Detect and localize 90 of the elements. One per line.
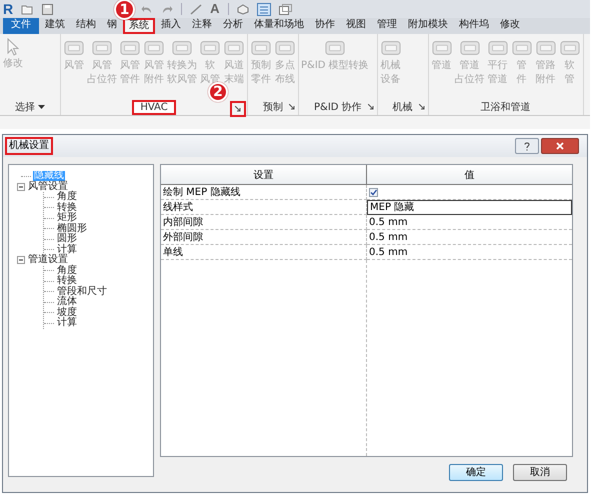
tool-icon	[512, 38, 532, 58]
tree-item[interactable]: 角度	[56, 192, 78, 202]
dialog-title: 机械设置	[5, 137, 53, 155]
ribbon-tab[interactable]: 管理	[372, 18, 402, 34]
tree-item[interactable]: 角度	[56, 266, 78, 276]
tree-item[interactable]: 圆形	[56, 234, 78, 244]
table-cell[interactable]: 0.5 mm	[367, 230, 572, 245]
dialog-button[interactable]: 取消	[513, 464, 567, 481]
launcher-icon	[289, 104, 295, 110]
ribbon-tab[interactable]: 构件坞	[454, 18, 494, 34]
tree-item[interactable]: 管道设置	[27, 255, 69, 266]
dialog-button[interactable]: 确定	[449, 464, 503, 481]
folder-icon[interactable]	[21, 4, 34, 14]
checkbox[interactable]	[369, 188, 378, 196]
ribbon-tab[interactable]: 系统	[123, 18, 155, 34]
tool-icon	[172, 38, 192, 58]
table-cell[interactable]: 0.5 mm	[367, 245, 572, 260]
tree-item[interactable]: 风管设置	[27, 182, 69, 192]
caret-icon[interactable]	[38, 105, 45, 109]
save-icon[interactable]	[42, 4, 54, 14]
view-icon[interactable]	[236, 4, 249, 14]
measure-icon[interactable]	[190, 4, 202, 14]
text-tool[interactable]: A	[210, 1, 220, 17]
panel-label: 预制	[262, 100, 284, 114]
tool-icon	[460, 38, 480, 58]
tool-icon	[275, 38, 295, 58]
tool-icon	[92, 38, 112, 58]
panel-launcher[interactable]	[416, 102, 427, 112]
tool-icon	[120, 38, 140, 58]
tree-item[interactable]: 椭圆形	[56, 224, 88, 234]
ribbon-tab[interactable]: 协作	[310, 18, 340, 34]
panel-launcher[interactable]	[366, 102, 376, 112]
tool-icon	[432, 38, 452, 58]
ribbon-tab[interactable]: 建筑	[40, 18, 70, 34]
table-cell: 线样式	[161, 200, 367, 215]
app-logo[interactable]: R	[3, 1, 14, 17]
panel-label: P&ID 协作	[313, 100, 363, 114]
tool-icon	[64, 38, 84, 58]
tool-icon	[324, 38, 345, 58]
ribbon-tab[interactable]: 注释	[187, 18, 217, 34]
tool-icon	[144, 38, 164, 58]
ribbon-tab[interactable]: 视图	[341, 18, 371, 34]
tree-item[interactable]: 流体	[56, 297, 78, 308]
grid-icon[interactable]	[256, 2, 271, 16]
ribbon-tab[interactable]: 分析	[218, 18, 248, 34]
table-cell[interactable]: MEP 隐藏	[367, 200, 572, 215]
panel-launcher[interactable]	[287, 102, 297, 112]
column-header: 值	[367, 165, 572, 185]
panel-label: 机械	[392, 100, 414, 114]
launcher-icon	[235, 106, 241, 112]
close-icon	[556, 142, 564, 150]
table-cell: 绘制 MEP 隐藏线	[161, 185, 367, 200]
tree-item[interactable]: 坡度	[56, 308, 78, 318]
tool-icon	[224, 38, 244, 58]
table-cell: 单线	[161, 245, 367, 260]
ribbon-tab[interactable]: 文件	[3, 18, 39, 34]
tree-item[interactable]: 管段和尺寸	[56, 286, 108, 297]
launcher-icon	[368, 104, 374, 110]
ribbon-tab[interactable]: 附加模块	[403, 18, 453, 34]
collapse-icon[interactable]	[17, 182, 25, 191]
launcher-icon	[418, 104, 425, 110]
tree-item[interactable]: 计算	[56, 318, 78, 328]
table-cell[interactable]: 0.5 mm	[367, 215, 572, 230]
ribbon-tab[interactable]: 结构	[71, 18, 101, 34]
tool-icon	[536, 38, 556, 58]
tool-icon	[380, 38, 401, 58]
cursor-icon	[7, 38, 19, 56]
ribbon-tab[interactable]: 修改	[495, 18, 525, 34]
tool-icon	[251, 38, 271, 58]
ribbon-tab[interactable]: 钢	[102, 18, 122, 34]
help-icon	[524, 142, 530, 150]
panel-label: 卫浴和管道	[480, 100, 532, 114]
table-cell: 内部间隙	[161, 215, 367, 230]
panel-label: HVAC	[132, 100, 176, 114]
close-button[interactable]	[541, 138, 579, 154]
tree-item[interactable]: 转换	[56, 202, 78, 213]
ribbon-tab[interactable]: 插入	[156, 18, 186, 34]
help-button[interactable]	[515, 138, 539, 154]
column-header: 设置	[161, 165, 367, 185]
table-cell: 外部间隙	[161, 230, 367, 245]
tool-icon	[560, 38, 580, 58]
window-icon[interactable]	[278, 4, 292, 14]
ribbon-tab[interactable]: 体量和场地	[249, 18, 309, 34]
collapse-icon[interactable]	[17, 256, 25, 264]
panel-label[interactable]: 选择	[12, 100, 48, 114]
tree-item[interactable]: 转换	[56, 276, 78, 286]
tree-item[interactable]: 矩形	[56, 213, 78, 224]
tool-icon	[200, 38, 220, 58]
tree-item[interactable]: 计算	[56, 244, 78, 255]
tool-icon	[488, 38, 508, 58]
